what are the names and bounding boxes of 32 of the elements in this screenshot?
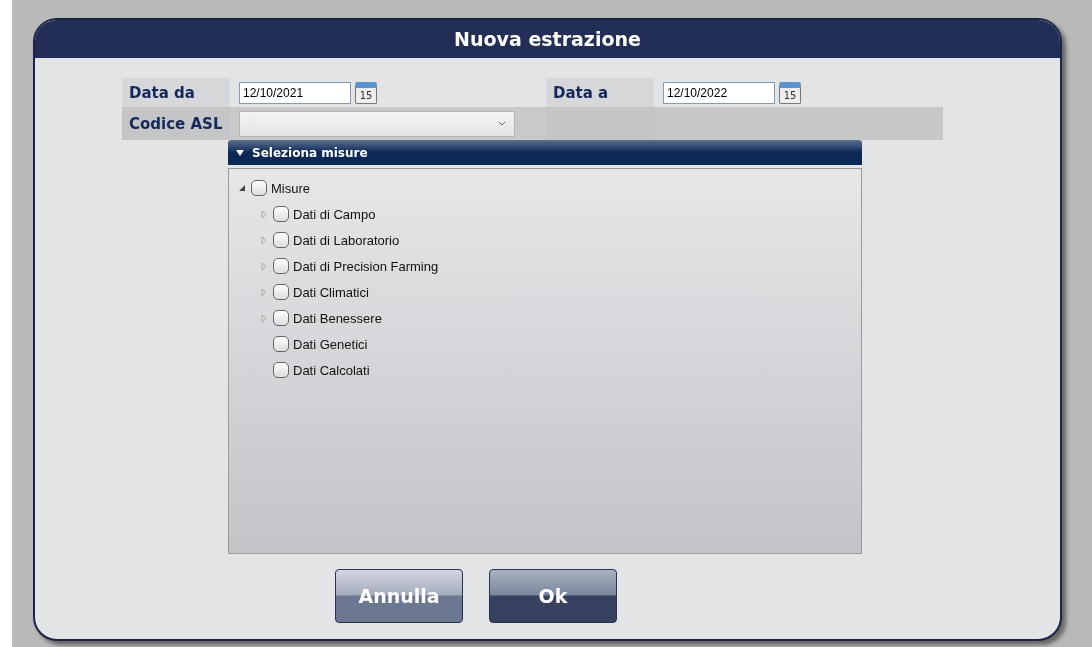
tree-item-label[interactable]: Dati di Campo xyxy=(293,206,376,222)
dropdown-field[interactable] xyxy=(239,110,515,137)
checkbox[interactable] xyxy=(273,284,289,300)
checkbox[interactable] xyxy=(273,310,289,326)
checkbox[interactable] xyxy=(273,232,289,248)
tree-item-label[interactable]: Dati Calcolati xyxy=(293,362,370,378)
tree-item-label[interactable]: Dati di Precision Farming xyxy=(293,258,439,274)
tree-item-label[interactable]: Dati di Laboratorio xyxy=(293,232,400,248)
checkbox[interactable] xyxy=(273,258,289,274)
tree-item-label[interactable]: Dati Benessere xyxy=(293,310,382,326)
checkbox[interactable] xyxy=(273,206,289,222)
tree-item-label[interactable]: Misure xyxy=(271,180,310,196)
cancel-button[interactable]: Annulla xyxy=(335,569,463,623)
tree-item-label[interactable]: Dati Genetici xyxy=(293,336,368,352)
field-label: Data a xyxy=(546,78,654,107)
date-input[interactable]: 12/10/2022 xyxy=(663,81,775,104)
panel-header[interactable]: Seleziona misure xyxy=(228,140,862,165)
chevron-down-icon xyxy=(498,121,506,126)
expanded-arrow-icon[interactable] xyxy=(238,184,246,192)
checkbox[interactable] xyxy=(273,336,289,352)
tree-item-label[interactable]: Dati Climatici xyxy=(293,284,369,300)
ok-button[interactable]: Ok xyxy=(489,569,617,623)
field-label: Codice ASL xyxy=(122,107,230,140)
panel-title: Seleziona misure xyxy=(252,145,368,160)
field-label: Data da xyxy=(122,78,230,107)
date-input[interactable]: 12/10/2021 xyxy=(239,81,351,104)
expanded-arrow-icon xyxy=(236,149,244,156)
dialog-title: Nuova estrazione xyxy=(35,20,1060,58)
checkbox[interactable] xyxy=(273,362,289,378)
calendar-button[interactable]: 15 xyxy=(779,81,801,104)
calendar-button[interactable]: 15 xyxy=(355,81,377,104)
checkbox[interactable] xyxy=(251,180,267,196)
